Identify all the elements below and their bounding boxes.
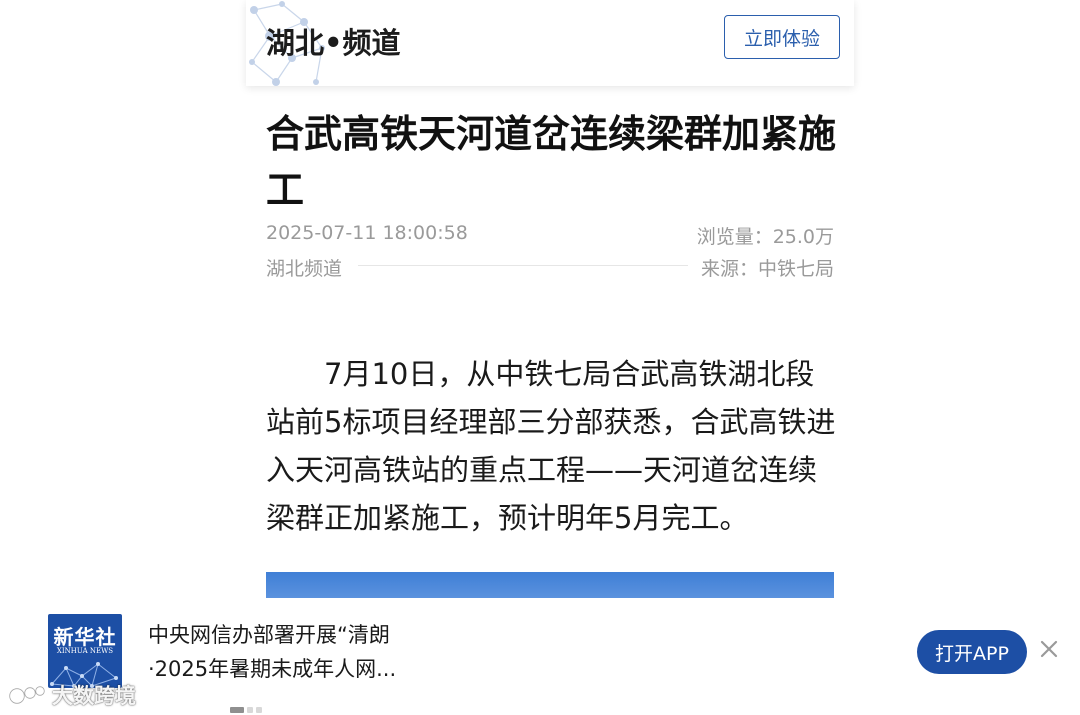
view-count: 浏览量：25.0万 — [696, 226, 834, 248]
page-dot — [247, 707, 253, 713]
banner-headline[interactable]: 中央网信办部署开展“清朗·2025年暑期未成年人网... — [148, 618, 438, 686]
article-title: 合武高铁天河道岔连续梁群加紧施工 — [266, 112, 837, 212]
channel-header: 湖北•频道 立即体验 — [246, 0, 854, 86]
watermark-logo-icon — [9, 686, 45, 704]
channel-title: 湖北•频道 — [266, 26, 401, 60]
try-now-button[interactable]: 立即体验 — [724, 15, 840, 59]
watermark: 大数跨境 — [8, 680, 136, 710]
open-app-button[interactable]: 打开APP — [917, 630, 1027, 674]
page-dot-active — [230, 707, 244, 713]
close-icon[interactable] — [1038, 638, 1060, 660]
article-image[interactable] — [266, 572, 834, 598]
page-dot — [256, 707, 262, 713]
article-channel-link[interactable]: 湖北频道 — [266, 254, 342, 281]
meta-divider — [358, 265, 688, 266]
app-download-banner: 新华社 XINHUA NEWS 中央网信办部署开展“清朗·2025年暑期未成年人… — [0, 598, 1080, 715]
article-body: 7月10日，从中铁七局合武高铁湖北段站前5标项目经理部三分部获悉，合武高铁进入天… — [266, 357, 836, 535]
watermark-text: 大数跨境 — [52, 684, 136, 708]
article-source: 来源：中铁七局 — [700, 258, 834, 280]
logo-cn-text: 新华社 — [53, 625, 117, 649]
publish-date: 2025-07-11 18:00:58 — [266, 222, 468, 244]
page-indicator — [230, 707, 262, 713]
xinhua-logo: 新华社 XINHUA NEWS — [48, 614, 122, 688]
